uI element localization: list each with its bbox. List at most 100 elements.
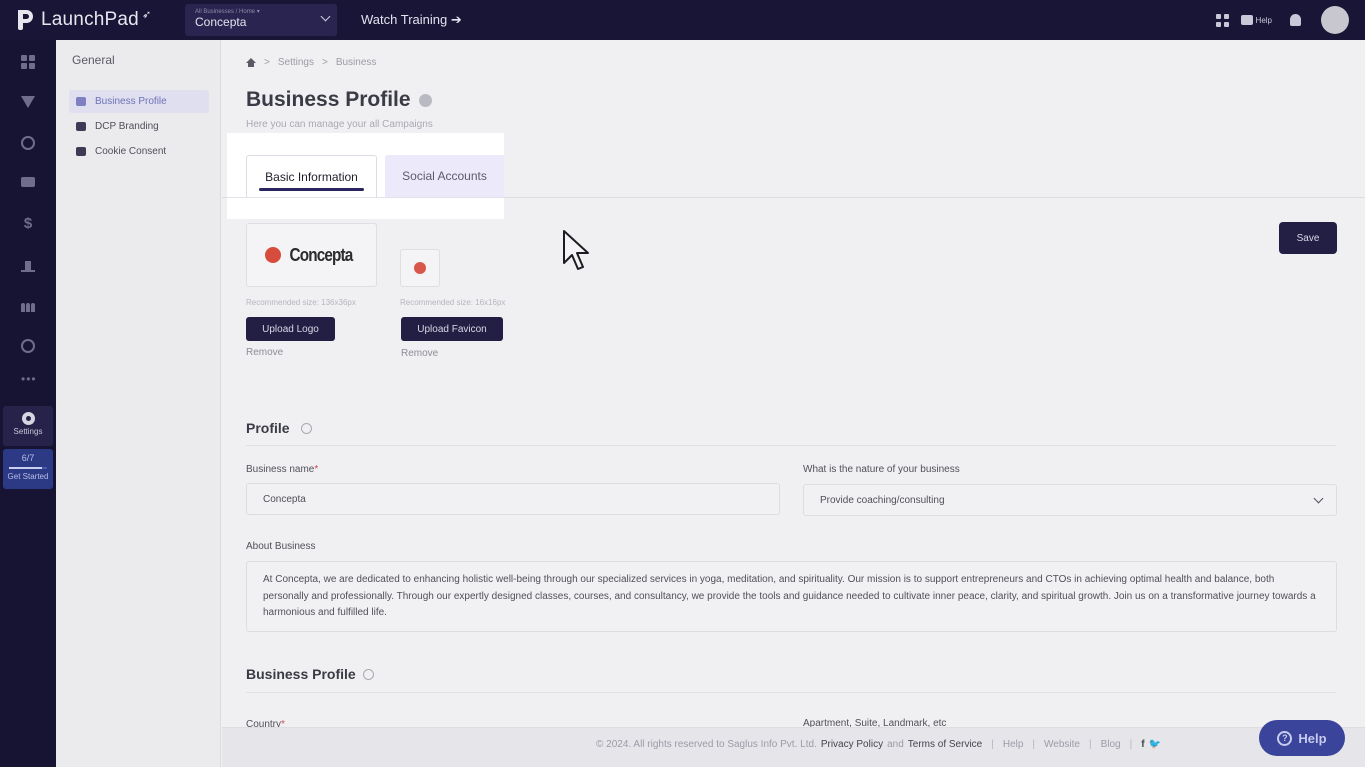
business-name-label-text: Business name bbox=[246, 464, 315, 475]
required-marker: * bbox=[314, 464, 319, 475]
footer-help-link[interactable]: Help bbox=[1003, 739, 1024, 750]
tab-social-accounts[interactable]: Social Accounts bbox=[385, 155, 504, 197]
progress-count: 6/7 bbox=[21, 453, 35, 463]
video-icon[interactable] bbox=[21, 177, 35, 191]
about-business-label: About Business bbox=[246, 541, 316, 552]
footer-separator: | bbox=[991, 739, 994, 750]
left-rail: $ ••• Settings 6/7 Get Started bbox=[0, 40, 56, 767]
apps-grid-icon[interactable] bbox=[1215, 13, 1229, 27]
privacy-policy-link[interactable]: Privacy Policy bbox=[821, 739, 883, 750]
footer-separator: | bbox=[1088, 739, 1092, 750]
business-switcher-name: Concepta bbox=[195, 15, 247, 29]
concepta-logo-icon bbox=[264, 247, 281, 263]
progress-bar-fill bbox=[9, 467, 42, 469]
about-business-textarea[interactable]: At Concepta, we are dedicated to enhanci… bbox=[246, 561, 1337, 632]
cookie-icon bbox=[76, 147, 86, 156]
page-subtitle: Here you can manage your all Campaigns bbox=[246, 119, 433, 130]
sidebar-item-dcp-branding[interactable]: DCP Branding bbox=[69, 115, 209, 138]
sidebar-item-business-profile[interactable]: Business Profile bbox=[69, 90, 209, 113]
globe-icon[interactable] bbox=[21, 136, 35, 150]
breadcrumb-separator: > bbox=[264, 57, 270, 68]
terms-link[interactable]: Terms of Service bbox=[908, 739, 982, 750]
help-menu-button[interactable]: Help bbox=[1240, 15, 1272, 25]
business-profile-section-title: Business Profile bbox=[246, 666, 356, 682]
launchpad-logo-icon bbox=[16, 8, 36, 32]
funnel-icon[interactable] bbox=[21, 96, 35, 110]
footer-and: and bbox=[887, 739, 904, 750]
info-icon[interactable] bbox=[301, 423, 312, 434]
mouse-cursor-icon bbox=[563, 230, 589, 270]
tab-divider bbox=[227, 197, 504, 198]
sidebar-item-label: DCP Branding bbox=[95, 121, 159, 132]
info-icon[interactable] bbox=[419, 94, 432, 107]
logo-size-hint: Recommended size: 136x36px bbox=[246, 298, 356, 307]
tabs-spotlight: Basic Information Social Accounts bbox=[227, 133, 504, 219]
upload-logo-button[interactable]: Upload Logo bbox=[246, 317, 335, 341]
analytics-icon[interactable] bbox=[21, 258, 35, 272]
twitter-icon[interactable]: 🐦 bbox=[1149, 739, 1161, 750]
bell-icon[interactable] bbox=[1290, 14, 1301, 26]
footer-separator: | bbox=[1129, 739, 1133, 750]
brand-logo[interactable]: LaunchPad ➶ bbox=[0, 0, 185, 40]
brand-p-icon bbox=[76, 122, 86, 131]
sidebar-item-cookie-consent[interactable]: Cookie Consent bbox=[69, 140, 209, 163]
remove-logo-link[interactable]: Remove bbox=[246, 347, 283, 358]
profile-section-title: Profile bbox=[246, 420, 290, 436]
gear-icon bbox=[21, 412, 35, 425]
help-menu-label: Help bbox=[1255, 15, 1272, 25]
dashboard-icon[interactable] bbox=[21, 55, 35, 69]
rail-settings-label: Settings bbox=[13, 427, 43, 436]
section-divider bbox=[246, 692, 1336, 693]
dollar-icon[interactable]: $ bbox=[21, 216, 35, 231]
active-tab-indicator bbox=[259, 188, 364, 191]
floating-help-label: Help bbox=[1298, 730, 1327, 746]
business-name-label: Business name* bbox=[246, 464, 318, 475]
brand-name: LaunchPad bbox=[41, 9, 139, 30]
chevron-down-icon bbox=[1313, 493, 1324, 504]
favicon-preview bbox=[400, 249, 440, 287]
business-name-input[interactable]: Concepta bbox=[246, 483, 780, 515]
section-divider bbox=[246, 445, 1336, 446]
footer-copyright: © 2024. All rights reserved to Saglus In… bbox=[596, 739, 817, 750]
save-button[interactable]: Save bbox=[1279, 222, 1337, 254]
footer-blog-link[interactable]: Blog bbox=[1101, 739, 1121, 750]
sidebar-item-label: Business Profile bbox=[95, 96, 167, 107]
tab-basic-information[interactable]: Basic Information bbox=[246, 155, 377, 197]
logo-preview: Concepta bbox=[246, 223, 377, 287]
progress-bar bbox=[9, 467, 47, 469]
tab-basic-information-label: Basic Information bbox=[265, 169, 358, 184]
people-icon[interactable] bbox=[21, 298, 35, 312]
question-icon: ? bbox=[1277, 730, 1293, 746]
facebook-icon[interactable]: f bbox=[1141, 739, 1144, 750]
sidebar-item-label: Cookie Consent bbox=[95, 146, 167, 157]
logo-preview-text: Concepta bbox=[289, 244, 354, 265]
rail-settings-button[interactable]: Settings bbox=[3, 406, 53, 446]
business-nature-value: Provide coaching/consulting bbox=[820, 494, 945, 506]
clock-icon[interactable] bbox=[21, 339, 35, 353]
more-icon[interactable]: ••• bbox=[21, 373, 36, 389]
favicon-icon bbox=[414, 262, 426, 274]
settings-sidebar: General Business Profile DCP Branding Co… bbox=[56, 40, 221, 767]
breadcrumb-settings[interactable]: Settings bbox=[278, 57, 314, 68]
business-switcher[interactable]: All Businesses / Home ▾ Concepta bbox=[185, 4, 337, 36]
tab-social-accounts-label: Social Accounts bbox=[402, 169, 487, 183]
remove-favicon-link[interactable]: Remove bbox=[401, 348, 438, 359]
avatar[interactable] bbox=[1321, 6, 1349, 34]
rocket-leaf-icon: ➶ bbox=[141, 8, 152, 21]
info-icon[interactable] bbox=[363, 669, 374, 680]
business-nature-select[interactable]: Provide coaching/consulting bbox=[803, 484, 1337, 516]
breadcrumb: > Settings > Business bbox=[246, 57, 376, 68]
footer: © 2024. All rights reserved to Saglus In… bbox=[222, 727, 1365, 767]
breadcrumb-separator: > bbox=[321, 57, 328, 68]
footer-website-link[interactable]: Website bbox=[1044, 739, 1080, 750]
footer-separator: | bbox=[1032, 739, 1036, 750]
get-started-progress[interactable]: 6/7 Get Started bbox=[3, 449, 53, 489]
top-bar: LaunchPad ➶ All Businesses / Home ▾ Conc… bbox=[0, 0, 1365, 40]
upload-favicon-button[interactable]: Upload Favicon bbox=[401, 317, 503, 341]
watch-training-link[interactable]: Watch Training ➔ bbox=[361, 12, 462, 28]
floating-help-button[interactable]: ? Help bbox=[1259, 720, 1345, 756]
page-title: Business Profile bbox=[246, 88, 411, 111]
home-icon[interactable] bbox=[246, 58, 256, 67]
breadcrumb-business: Business bbox=[335, 57, 377, 68]
get-started-label: Get Started bbox=[7, 472, 49, 481]
